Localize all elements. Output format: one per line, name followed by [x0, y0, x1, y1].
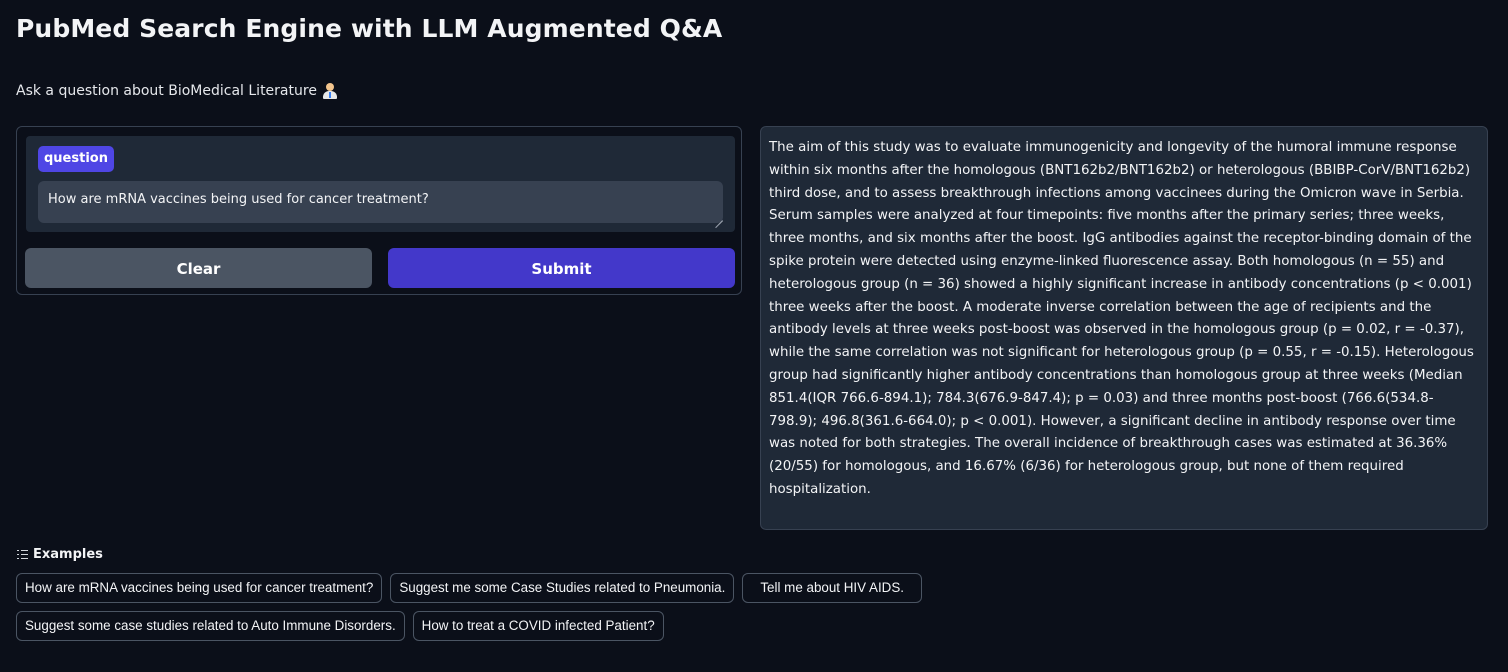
answer-output: The aim of this study was to evaluate im…: [760, 126, 1488, 530]
app-root: PubMed Search Engine with LLM Augmented …: [0, 0, 1508, 672]
example-item[interactable]: Suggest some case studies related to Aut…: [16, 611, 405, 641]
resize-grip-icon[interactable]: [715, 213, 723, 221]
page-title: PubMed Search Engine with LLM Augmented …: [16, 14, 723, 43]
example-item[interactable]: Suggest me some Case Studies related to …: [390, 573, 735, 603]
page-subtitle: Ask a question about BioMedical Literatu…: [16, 83, 337, 99]
example-item[interactable]: How are mRNA vaccines being used for can…: [16, 573, 383, 603]
examples-row: How are mRNA vaccines being used for can…: [16, 573, 1116, 603]
example-item[interactable]: Tell me about HIV AIDS.: [742, 573, 922, 603]
examples-header: Examples: [17, 547, 103, 562]
question-label: question: [38, 146, 114, 172]
question-input[interactable]: How are mRNA vaccines being used for can…: [38, 181, 723, 223]
examples-label: Examples: [33, 547, 103, 562]
list-icon: [17, 550, 28, 559]
examples-row: Suggest some case studies related to Aut…: [16, 611, 1116, 641]
examples-list: How are mRNA vaccines being used for can…: [16, 573, 1116, 649]
clear-button[interactable]: Clear: [25, 248, 372, 288]
subtitle-text: Ask a question about BioMedical Literatu…: [16, 83, 317, 99]
question-panel: question How are mRNA vaccines being use…: [16, 126, 742, 295]
submit-button[interactable]: Submit: [388, 248, 735, 288]
example-item[interactable]: How to treat a COVID infected Patient?: [412, 611, 664, 641]
question-block: question How are mRNA vaccines being use…: [26, 136, 735, 232]
doctor-emoji-icon: [322, 83, 337, 99]
